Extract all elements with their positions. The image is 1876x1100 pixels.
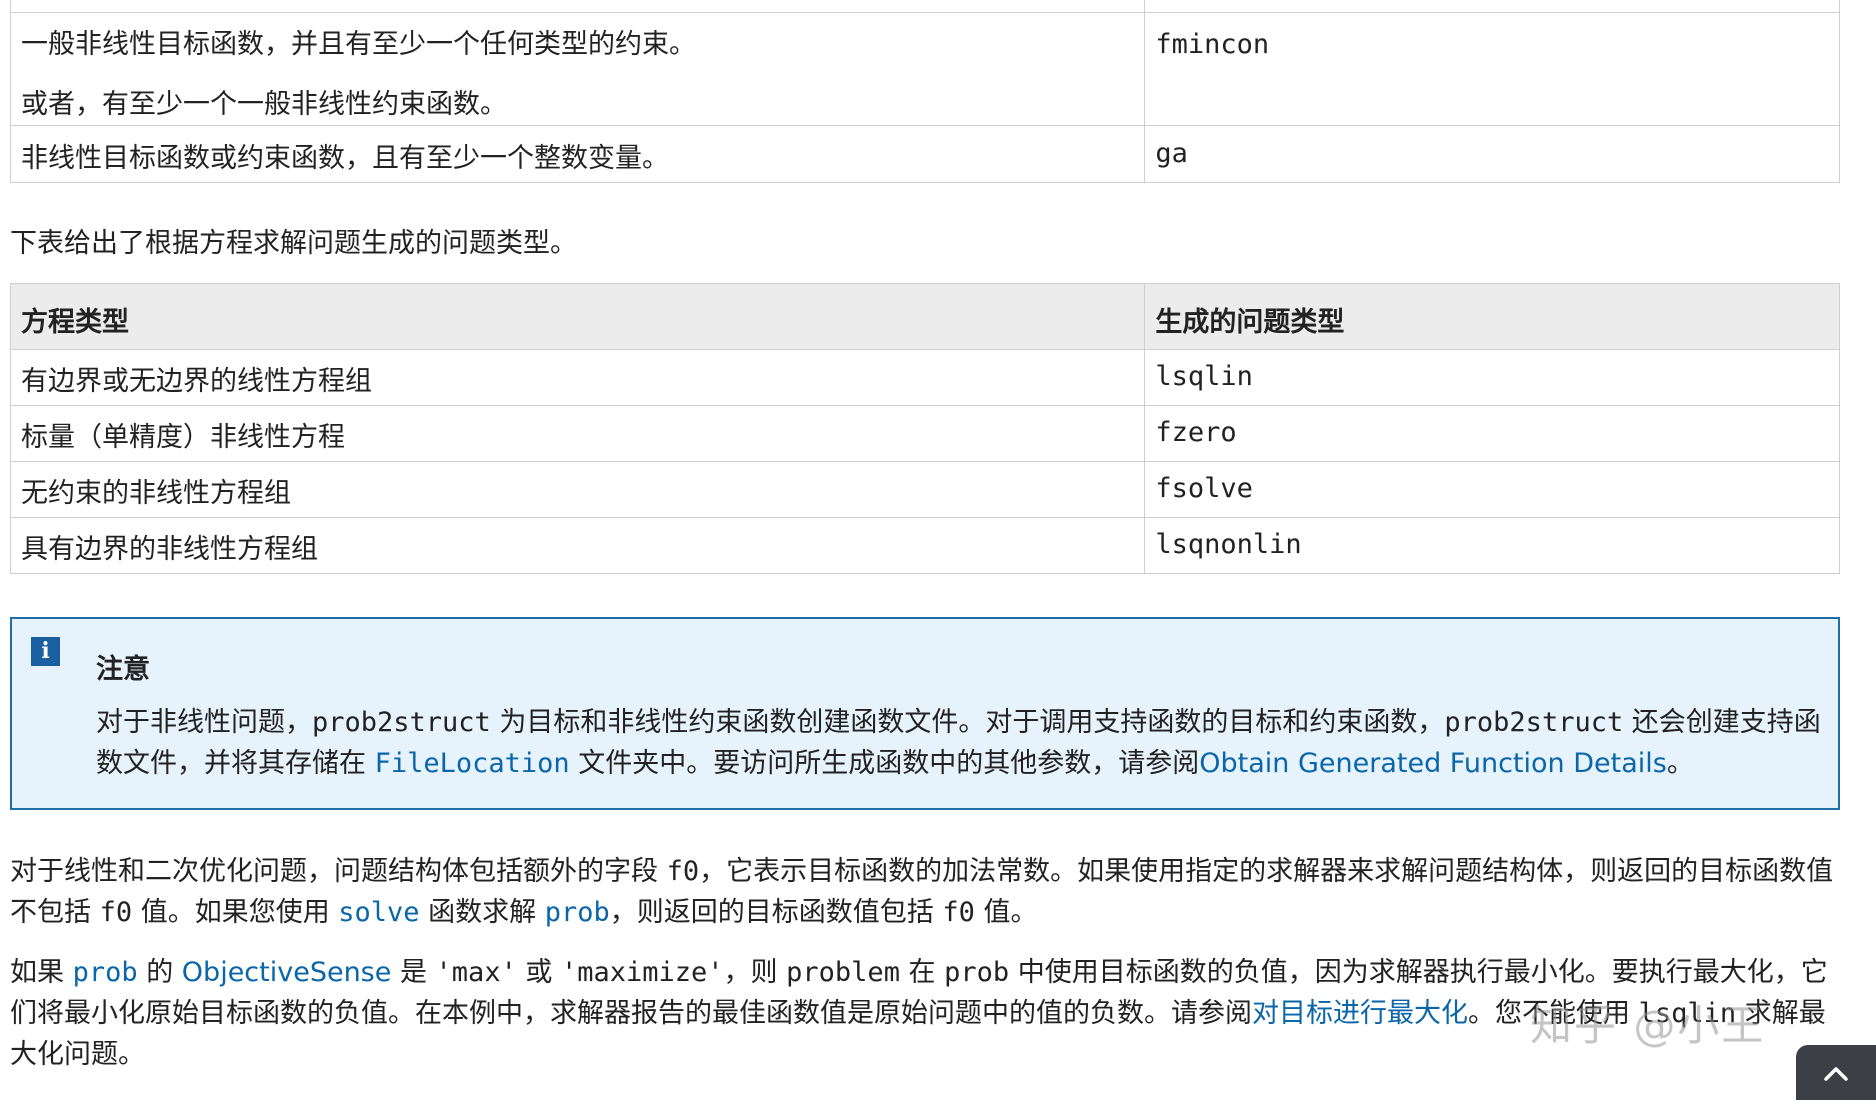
text: ，则返回的目标函数值包括 [609, 897, 943, 928]
prob-link[interactable]: prob [73, 957, 138, 988]
prob-link[interactable]: prob [545, 897, 610, 928]
text: 文件夹中。要访问所生成函数中的其他参数，请参阅 [569, 748, 1200, 779]
paragraph-f0: 对于线性和二次优化问题，问题结构体包括额外的字段 f0，它表示目标函数的加法常数… [10, 851, 1845, 933]
note-callout: i 注意 对于非线性问题，prob2struct 为目标和非线性约束函数创建函数… [10, 617, 1840, 810]
table-row: 一般非线性目标函数，并且有至少一个任何类型的约束。 或者，有至少一个一般非线性约… [9, 12, 1840, 126]
note-body: 对于非线性问题，prob2struct 为目标和非线性约束函数创建函数文件。对于… [96, 702, 1826, 784]
table-cell-solver: fmincon [1144, 12, 1840, 126]
page: 一般非线性目标函数，并且有至少一个任何类型的约束。 或者，有至少一个一般非线性约… [0, 0, 1876, 1100]
paragraph-objective-sense: 如果 prob 的 ObjectiveSense 是 'max' 或 'maxi… [10, 952, 1845, 1075]
text: 对于线性和二次优化问题，问题结构体包括额外的字段 [10, 856, 667, 887]
text: ，则 [723, 957, 787, 988]
text: 如果 [10, 957, 73, 988]
info-icon: i [31, 637, 60, 666]
table-row [9, 0, 1840, 13]
code-prob: prob [944, 957, 1010, 988]
table-cell-description: 一般非线性目标函数，并且有至少一个任何类型的约束。 或者，有至少一个一般非线性约… [9, 12, 1146, 126]
code-prob2struct: prob2struct [312, 707, 491, 738]
code-maximize: 'maximize' [561, 957, 724, 988]
chevron-up-icon [1824, 1066, 1848, 1081]
column-header: 方程类型 [9, 283, 1146, 350]
filelocation-link[interactable]: FileLocation [375, 748, 570, 779]
text: 对于非线性问题， [96, 707, 312, 738]
text: 为目标和非线性约束函数创建函数文件。对于调用支持函数的目标和约束函数， [490, 707, 1445, 738]
table-cell-solver: fsolve [1144, 461, 1840, 518]
table-cell-solver: ga [1144, 125, 1840, 183]
code-problem: problem [786, 957, 900, 988]
cell-text: 一般非线性目标函数，并且有至少一个任何类型的约束。 [21, 29, 696, 60]
table-row: 非线性目标函数或约束函数，且有至少一个整数变量。 ga [9, 125, 1840, 183]
cell-text: 或者，有至少一个一般非线性约束函数。 [21, 89, 507, 120]
text: 是 [391, 957, 436, 988]
text: 函数求解 [419, 897, 545, 928]
equation-problem-table: 方程类型 生成的问题类型 有边界或无边界的线性方程组 lsqlin 标量（单精度… [9, 283, 1840, 574]
code-f0: f0 [99, 897, 133, 928]
maximize-objective-link[interactable]: 对目标进行最大化 [1252, 998, 1468, 1029]
text: 的 [137, 957, 182, 988]
table-row: 无约束的非线性方程组 fsolve [9, 461, 1840, 518]
table-cell-solver: fzero [1144, 405, 1840, 462]
text: 。您不能使用 [1468, 998, 1639, 1029]
table-row: 标量（单精度）非线性方程 fzero [9, 405, 1840, 462]
code-prob2struct: prob2struct [1444, 707, 1624, 738]
note-title: 注意 [96, 654, 150, 685]
table-row: 有边界或无边界的线性方程组 lsqlin [9, 349, 1840, 406]
code-lsqlin: lsqlin [1638, 998, 1737, 1029]
text: 在 [899, 957, 945, 988]
obtain-generated-function-details-link[interactable]: Obtain Generated Function Details [1199, 748, 1667, 779]
scroll-to-top-button[interactable] [1796, 1045, 1876, 1100]
text: 。 [1666, 748, 1694, 779]
table-cell-equation: 有边界或无边界的线性方程组 [9, 349, 1146, 406]
solver-table-nonlinear: 一般非线性目标函数，并且有至少一个任何类型的约束。 或者，有至少一个一般非线性约… [9, 0, 1840, 183]
table-cell-solver: lsqlin [1144, 349, 1840, 406]
table-row: 具有边界的非线性方程组 lsqnonlin [9, 517, 1840, 574]
table-cell-equation: 无约束的非线性方程组 [9, 461, 1146, 518]
table-cell-description: 非线性目标函数或约束函数，且有至少一个整数变量。 [9, 125, 1146, 183]
solve-link[interactable]: solve [338, 897, 419, 928]
code-f0: f0 [666, 856, 700, 887]
code-f0: f0 [942, 897, 975, 928]
objectivesense-link[interactable]: ObjectiveSense [182, 957, 392, 988]
table-cell-equation: 具有边界的非线性方程组 [9, 517, 1146, 574]
table-header-row: 方程类型 生成的问题类型 [9, 283, 1840, 350]
table-cell-solver: lsqnonlin [1144, 517, 1840, 574]
text: 值。如果您使用 [132, 897, 339, 928]
column-header: 生成的问题类型 [1144, 283, 1840, 350]
code-max: 'max' [435, 957, 517, 988]
table-cell-equation: 标量（单精度）非线性方程 [9, 405, 1146, 462]
intro-text: 下表给出了根据方程求解问题生成的问题类型。 [10, 228, 577, 259]
text: 或 [516, 957, 561, 988]
text: 值。 [974, 897, 1038, 928]
